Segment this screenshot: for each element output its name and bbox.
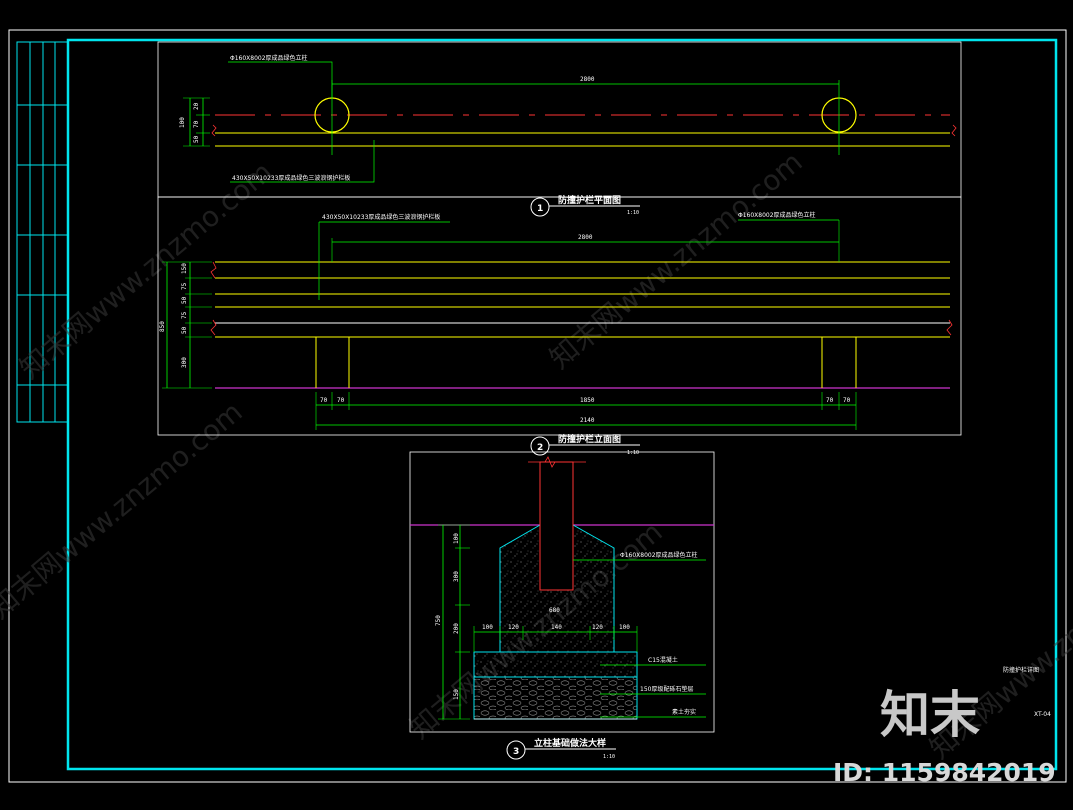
plan-dim-span: 2800: [580, 76, 595, 83]
plan-note-board: 430X50X10233厚成品绿色三波浪钢护栏板: [232, 174, 350, 182]
elevation-view: 2800 430X50X10233厚成品绿色三波浪钢护栏板 Φ160X8002厚…: [157, 196, 962, 456]
plan-dim-left: 70: [193, 120, 200, 128]
elev-dim-left: 50: [181, 326, 188, 334]
footing-dim-left: 100: [453, 533, 460, 544]
plan-dim-left: 50: [193, 135, 200, 143]
footing-dim-segment: 100: [482, 624, 493, 631]
plan-title: 防撞护栏平面图: [558, 194, 621, 206]
elev-dim-overall: 2140: [580, 417, 595, 424]
elev-dim-span: 2800: [578, 234, 593, 241]
elev-note-board: 430X50X10233厚成品绿色三波浪钢护栏板: [322, 213, 440, 221]
cad-drawing: 知末网www.znzmo.com 知末网www.znzmo.com 知末网www…: [0, 29, 1073, 787]
plan-view: 2800 100 20 70 50 Φ160X8002厚成品绿色立柱 430X5…: [157, 41, 962, 217]
id-label: ID: 1159842019: [833, 758, 1056, 787]
footing-dim-left: 200: [453, 623, 460, 634]
footing-note-post: Φ160X8002厚成品绿色立柱: [620, 551, 698, 559]
elev-dim-bottom: 1850: [580, 397, 595, 404]
footing-note-soil: 素土夯实: [672, 708, 696, 716]
footing-dim-width: 680: [549, 607, 560, 614]
plan-scale: 1:10: [627, 210, 639, 216]
footing-dim-left: 150: [453, 689, 460, 700]
elev-dim-bottom: 70: [320, 397, 328, 404]
footing-dim-segment: 120: [592, 624, 603, 631]
elev-dim-bottom: 70: [843, 397, 851, 404]
plan-dim-left: 100: [179, 117, 186, 128]
elev-dim-left: 150: [181, 263, 188, 274]
footing-dim-segment: 140: [551, 624, 562, 631]
footing-note-concrete: C15混凝土: [648, 656, 678, 664]
watermark-text: 知末网www.znzmo.com: [13, 155, 278, 385]
elev-title-number: 2: [537, 443, 543, 453]
footing-title-number: 3: [513, 747, 519, 757]
footing-scale: 1:10: [603, 754, 615, 760]
plan-dim-left: 20: [193, 102, 200, 110]
elev-dim-left: 50: [181, 296, 188, 304]
elev-scale: 1:10: [627, 450, 639, 456]
footing-note-gravel: 150厚级配砾石垫层: [640, 685, 693, 693]
plan-title-number: 1: [537, 204, 543, 214]
brand-logo: 知末: [880, 686, 980, 744]
elev-dim-left: 300: [181, 357, 188, 368]
elev-dim-bottom: 70: [337, 397, 345, 404]
footing-dim-left: 300: [453, 571, 460, 582]
elev-dim-left: 75: [181, 311, 188, 319]
elev-note-post: Φ160X8002厚成品绿色立柱: [738, 211, 816, 219]
footing-dim-segment: 100: [619, 624, 630, 631]
footing-dim-segment: 120: [508, 624, 519, 631]
watermark-text: 知末网www.znzmo.com: [543, 145, 808, 375]
sheet-number: XT-04: [1034, 711, 1051, 718]
footing-title: 立柱基础做法大样: [534, 737, 606, 749]
sheet-title: 防撞护栏详图: [1003, 666, 1039, 674]
elev-dim-left: 75: [181, 282, 188, 290]
footing-dim-total: 750: [435, 615, 442, 626]
watermark-text: 知末网www.znzmo.com: [0, 395, 249, 625]
elev-dim-total: 850: [159, 321, 166, 332]
elev-dim-bottom: 70: [826, 397, 834, 404]
elev-title: 防撞护栏立面图: [558, 433, 621, 445]
plan-note-post: Φ160X8002厚成品绿色立柱: [230, 54, 308, 62]
